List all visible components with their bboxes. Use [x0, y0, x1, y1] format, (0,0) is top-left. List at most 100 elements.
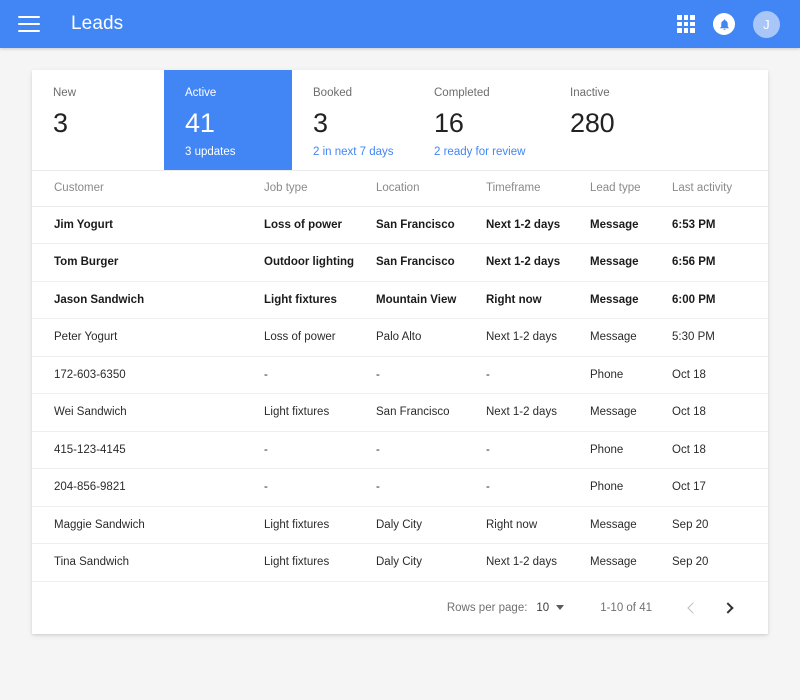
cell-job-type: Light fixtures	[264, 506, 376, 544]
status-card-active[interactable]: Active 41 3 updates	[164, 70, 292, 170]
cell-last-activity: 5:30 PM	[672, 318, 768, 357]
apps-grid-icon[interactable]	[677, 15, 695, 33]
cell-location: Daly City	[376, 543, 486, 582]
status-card-new[interactable]: New 3	[32, 70, 164, 170]
table-row[interactable]: Jason Sandwich Light fixtures Mountain V…	[32, 281, 768, 319]
hamburger-menu-icon[interactable]	[18, 16, 40, 32]
page-body: New 3 Active 41 3 updates Booked 3 2 in …	[0, 48, 800, 634]
table-row[interactable]: Tina Sandwich Light fixtures Daly City N…	[32, 543, 768, 582]
leads-table-head: Customer Job type Location Timeframe Lea…	[32, 171, 768, 207]
status-card-sub[interactable]: 2 in next 7 days	[313, 145, 413, 159]
pagination-bar: Rows per page: 10 1-10 of 41	[32, 582, 768, 634]
cell-job-type: Light fixtures	[264, 543, 376, 582]
cell-timeframe: -	[486, 468, 590, 507]
pagination-range-label: 1-10 of 41	[600, 601, 652, 614]
cell-last-activity: Oct 18	[672, 431, 768, 469]
status-card-value: 280	[570, 108, 615, 138]
cell-job-type: -	[264, 431, 376, 469]
cell-customer: Maggie Sandwich	[32, 506, 264, 544]
cell-location: -	[376, 431, 486, 469]
cell-last-activity: 6:00 PM	[672, 281, 768, 319]
table-row[interactable]: Peter Yogurt Loss of power Palo Alto Nex…	[32, 318, 768, 357]
cell-job-type: -	[264, 356, 376, 394]
cell-timeframe: Right now	[486, 506, 590, 544]
column-header-location[interactable]: Location	[376, 171, 486, 207]
cell-timeframe: -	[486, 356, 590, 394]
cell-lead-type: Message	[590, 393, 672, 432]
app-bar-actions: J	[677, 10, 780, 38]
status-card-value: 16	[434, 108, 464, 138]
cell-timeframe: -	[486, 431, 590, 469]
status-card-inactive[interactable]: Inactive 280	[549, 70, 679, 170]
cell-location: Palo Alto	[376, 318, 486, 357]
cell-customer: Jim Yogurt	[32, 206, 264, 244]
cell-last-activity: 6:53 PM	[672, 206, 768, 244]
cell-last-activity: Oct 18	[672, 393, 768, 432]
table-row[interactable]: Wei Sandwich Light fixtures San Francisc…	[32, 393, 768, 432]
status-card-sub[interactable]: 3 updates	[185, 145, 292, 159]
rows-per-page-select[interactable]: 10	[536, 601, 565, 614]
column-header-timeframe[interactable]: Timeframe	[486, 171, 590, 207]
avatar[interactable]: J	[753, 10, 780, 38]
chevron-down-icon	[556, 605, 565, 610]
status-card-value: 3	[53, 108, 68, 138]
cell-location: San Francisco	[376, 393, 486, 432]
cell-location: Mountain View	[376, 281, 486, 319]
rows-per-page-value: 10	[536, 601, 550, 614]
next-page-button[interactable]	[712, 591, 746, 625]
table-header-row: Customer Job type Location Timeframe Lea…	[32, 171, 768, 207]
chevron-left-icon	[686, 601, 699, 614]
cell-location: -	[376, 356, 486, 394]
cell-last-activity: Sep 20	[672, 543, 768, 582]
cell-customer: 172-603-6350	[32, 356, 264, 394]
leads-card: New 3 Active 41 3 updates Booked 3 2 in …	[32, 70, 768, 634]
cell-timeframe: Next 1-2 days	[486, 206, 590, 244]
cell-customer: Wei Sandwich	[32, 393, 264, 432]
column-header-customer[interactable]: Customer	[32, 171, 264, 207]
column-header-last-activity[interactable]: Last activity	[672, 171, 768, 207]
cell-lead-type: Phone	[590, 431, 672, 469]
cell-customer: Peter Yogurt	[32, 318, 264, 357]
status-card-value: 41	[185, 108, 215, 138]
leads-table: Customer Job type Location Timeframe Lea…	[32, 171, 768, 582]
table-row[interactable]: 172-603-6350 - - - Phone Oct 18	[32, 356, 768, 394]
cell-customer: Tina Sandwich	[32, 543, 264, 582]
status-card-booked[interactable]: Booked 3 2 in next 7 days	[292, 70, 413, 170]
cell-timeframe: Next 1-2 days	[486, 393, 590, 432]
status-card-label: New	[53, 87, 77, 99]
cell-location: Daly City	[376, 506, 486, 544]
cell-location: San Francisco	[376, 206, 486, 244]
previous-page-button[interactable]	[674, 591, 708, 625]
cell-lead-type: Message	[590, 506, 672, 544]
cell-job-type: -	[264, 468, 376, 507]
cell-job-type: Loss of power	[264, 318, 376, 357]
cell-job-type: Light fixtures	[264, 393, 376, 432]
status-card-completed[interactable]: Completed 16 2 ready for review	[413, 70, 549, 170]
table-row[interactable]: 415-123-4145 - - - Phone Oct 18	[32, 431, 768, 469]
cell-job-type: Loss of power	[264, 206, 376, 244]
cell-last-activity: Sep 20	[672, 506, 768, 544]
status-card-value: 3	[313, 108, 328, 138]
cell-lead-type: Message	[590, 543, 672, 582]
cell-last-activity: Oct 17	[672, 468, 768, 507]
cell-customer: 204-856-9821	[32, 468, 264, 507]
notification-bell-icon[interactable]	[713, 13, 735, 35]
cell-lead-type: Message	[590, 243, 672, 282]
table-row[interactable]: Tom Burger Outdoor lighting San Francisc…	[32, 243, 768, 282]
table-row[interactable]: Jim Yogurt Loss of power San Francisco N…	[32, 206, 768, 244]
cell-timeframe: Right now	[486, 281, 590, 319]
status-card-label: Completed	[434, 87, 490, 99]
cell-timeframe: Next 1-2 days	[486, 243, 590, 282]
app-bar: Leads J	[0, 0, 800, 48]
cell-lead-type: Phone	[590, 468, 672, 507]
table-row[interactable]: Maggie Sandwich Light fixtures Daly City…	[32, 506, 768, 544]
cell-job-type: Outdoor lighting	[264, 243, 376, 282]
chevron-right-icon	[721, 601, 734, 614]
cell-last-activity: Oct 18	[672, 356, 768, 394]
column-header-lead-type[interactable]: Lead type	[590, 171, 672, 207]
table-row[interactable]: 204-856-9821 - - - Phone Oct 17	[32, 468, 768, 507]
status-card-sub[interactable]: 2 ready for review	[434, 145, 549, 159]
column-header-job-type[interactable]: Job type	[264, 171, 376, 207]
page-title: Leads	[71, 13, 124, 34]
rows-per-page-label: Rows per page:	[446, 601, 528, 614]
